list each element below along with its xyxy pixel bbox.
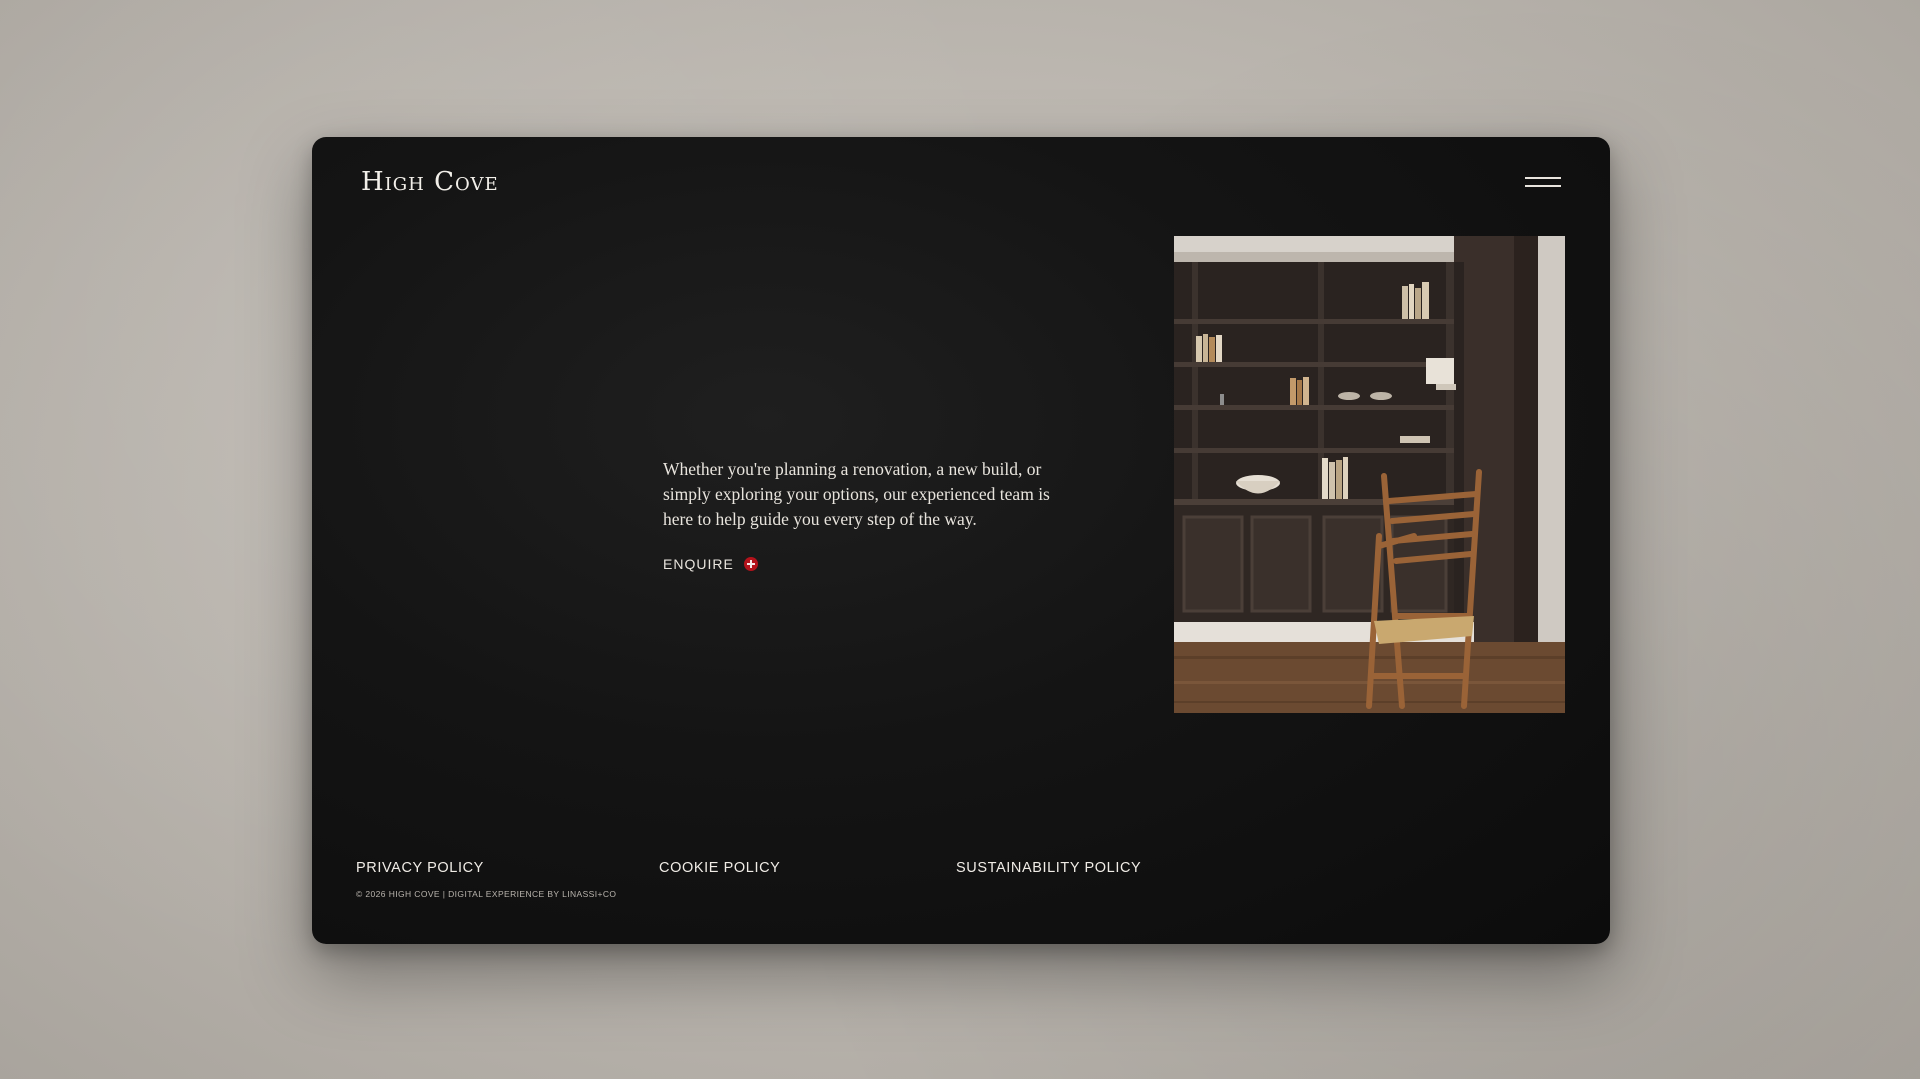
cookie-policy-link[interactable]: COOKIE POLICY bbox=[659, 860, 780, 876]
enquire-button[interactable]: ENQUIRE bbox=[663, 556, 758, 572]
website-panel: High Cove Whether you're planning a reno… bbox=[312, 137, 1610, 944]
enquire-label: ENQUIRE bbox=[663, 556, 734, 572]
privacy-policy-link[interactable]: PRIVACY POLICY bbox=[356, 860, 484, 876]
copyright-text: © 2026 HIGH COVE | DIGITAL EXPERIENCE BY… bbox=[356, 889, 617, 899]
intro-text: Whether you're planning a renovation, a … bbox=[663, 459, 1050, 529]
hamburger-menu-icon[interactable] bbox=[1525, 177, 1561, 193]
menu-bar-top bbox=[1525, 177, 1561, 179]
intro-section: Whether you're planning a renovation, a … bbox=[663, 457, 1083, 574]
footer-links: PRIVACY POLICY COOKIE POLICY SUSTAINABIL… bbox=[356, 860, 1256, 880]
hero-image bbox=[1174, 236, 1565, 713]
plus-circle-icon bbox=[743, 557, 758, 571]
brand-logo[interactable]: High Cove bbox=[361, 167, 499, 197]
sustainability-policy-link[interactable]: SUSTAINABILITY POLICY bbox=[956, 860, 1141, 876]
menu-bar-bottom bbox=[1525, 185, 1561, 187]
